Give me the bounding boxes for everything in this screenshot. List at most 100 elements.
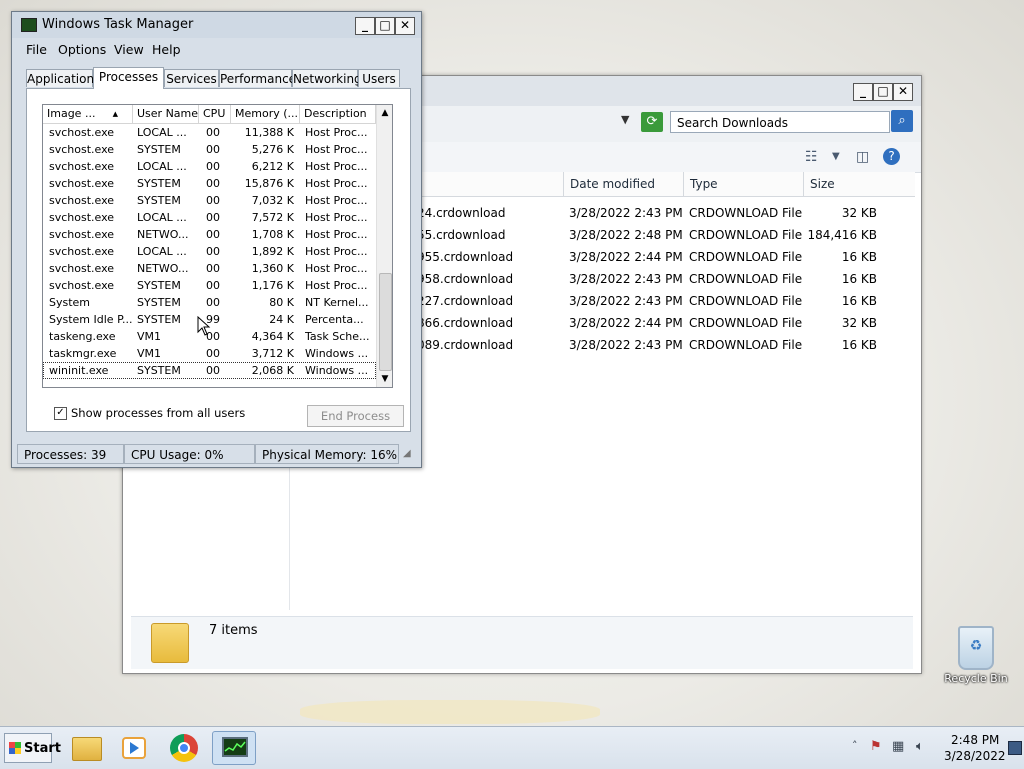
process-memory: 1,708 K (251, 228, 294, 241)
process-row[interactable]: svchost.exe SYSTEM 00 7,032 K Host Proc... (43, 192, 376, 209)
file-type: CRDOWNLOAD File (689, 294, 803, 308)
item-count: 7 items (209, 623, 258, 638)
chevron-down-icon[interactable]: ▼ (832, 151, 840, 162)
scroll-down-icon[interactable]: ▼ (377, 371, 392, 387)
tab-services[interactable]: Services (164, 69, 219, 87)
process-cpu: 00 (206, 262, 220, 275)
help-icon[interactable]: ? (883, 148, 900, 165)
clock-time[interactable]: 2:48 PM (951, 733, 999, 747)
column-type[interactable]: Type (683, 172, 803, 196)
maximize-button[interactable]: □ (873, 83, 893, 101)
process-user-name: SYSTEM (137, 143, 181, 156)
end-process-button[interactable]: End Process (307, 405, 404, 427)
column-description[interactable]: Description (300, 105, 376, 123)
process-description: Host Proc... (305, 245, 368, 258)
process-row[interactable]: svchost.exe NETWO... 00 1,360 K Host Proc... (43, 260, 376, 277)
process-row[interactable]: svchost.exe LOCAL ... 00 11,388 K Host Proc.… (43, 124, 376, 141)
minimize-button[interactable]: _ (853, 83, 873, 101)
process-row[interactable]: svchost.exe SYSTEM 00 5,276 K Host Proc... (43, 141, 376, 158)
recycle-bin-shortcut[interactable]: Recycle Bin (944, 622, 1008, 694)
file-date-modified: 3/28/2022 2:44 PM (569, 250, 683, 264)
recycle-bin-label: Recycle Bin (944, 672, 1008, 685)
file-date-modified: 3/28/2022 2:43 PM (569, 294, 683, 308)
tab-networking[interactable]: Networking (292, 69, 362, 87)
process-row[interactable]: svchost.exe LOCAL ... 00 1,892 K Host Proc..… (43, 243, 376, 260)
tab-users[interactable]: Users (358, 69, 400, 87)
process-row[interactable]: wininit.exe SYSTEM 00 2,068 K Windows ... (43, 362, 376, 379)
menu-file[interactable]: File (26, 42, 47, 57)
show-all-users-checkbox[interactable]: ✓ (54, 407, 67, 420)
status-physical-memory: Physical Memory: 16% (255, 444, 399, 464)
file-date-modified: 3/28/2022 2:48 PM (569, 228, 683, 242)
process-user-name: LOCAL ... (137, 211, 187, 224)
process-user-name: SYSTEM (137, 364, 181, 377)
process-list-header: Image ... ▲ User Name CPU Memory (... De… (43, 105, 376, 124)
taskbar-task-manager[interactable] (212, 731, 256, 765)
taskbar-media-player[interactable] (112, 731, 156, 765)
scrollbar-thumb[interactable] (379, 273, 392, 371)
show-all-users-label[interactable]: Show processes from all users (71, 406, 245, 420)
clock-date[interactable]: 3/28/2022 (944, 749, 1006, 763)
task-manager-icon (222, 737, 248, 757)
process-row[interactable]: svchost.exe SYSTEM 00 15,876 K Host Proc... (43, 175, 376, 192)
process-description: Host Proc... (305, 211, 368, 224)
process-row[interactable]: System SYSTEM 00 80 K NT Kernel... (43, 294, 376, 311)
process-user-name: SYSTEM (137, 313, 181, 326)
task-manager-titlebar[interactable]: Windows Task Manager _ □ ✕ (12, 12, 421, 38)
close-button[interactable]: ✕ (893, 83, 913, 101)
view-options-icon[interactable]: ☷ (805, 149, 818, 165)
menu-view[interactable]: View (114, 42, 144, 57)
search-icon[interactable]: ⌕ (891, 110, 913, 132)
file-date-modified: 3/28/2022 2:44 PM (569, 316, 683, 330)
refresh-icon[interactable]: ⟳ (641, 112, 663, 132)
column-user-name[interactable]: User Name (133, 105, 199, 123)
taskbar: Start ˄ ⚑ ▦ 🔈︎ 2:48 PM 3/28/2022 (0, 726, 1024, 769)
column-cpu[interactable]: CPU (199, 105, 231, 123)
process-image-name: svchost.exe (49, 262, 115, 275)
menu-help[interactable]: Help (152, 42, 181, 57)
process-user-name: VM1 (137, 330, 162, 343)
process-row[interactable]: svchost.exe NETWO... 00 1,708 K Host Proc... (43, 226, 376, 243)
vertical-scrollbar[interactable]: ▲ ▼ (376, 105, 392, 387)
process-image-name: svchost.exe (49, 160, 115, 173)
close-button[interactable]: ✕ (395, 17, 415, 35)
details-pane: 7 items (131, 616, 913, 669)
tab-applications[interactable]: Applications (26, 69, 100, 87)
action-center-icon[interactable]: ⚑ (870, 739, 882, 754)
process-user-name: LOCAL ... (137, 160, 187, 173)
maximize-button[interactable]: □ (375, 17, 395, 35)
menu-options[interactable]: Options (58, 42, 106, 57)
tab-performance[interactable]: Performance (219, 69, 296, 87)
process-description: Host Proc... (305, 143, 368, 156)
process-memory: 7,032 K (251, 194, 294, 207)
minimize-button[interactable]: _ (355, 17, 375, 35)
column-date-modified[interactable]: Date modified (563, 172, 683, 196)
process-description: Host Proc... (305, 126, 368, 139)
menu-bar: File Options View Help (12, 40, 421, 60)
resize-grip-icon[interactable]: ◢ (403, 448, 411, 459)
process-user-name: SYSTEM (137, 279, 181, 292)
process-row[interactable]: svchost.exe LOCAL ... 00 7,572 K Host Proc..… (43, 209, 376, 226)
taskbar-chrome[interactable] (163, 731, 207, 765)
chevron-down-icon[interactable]: ▼ (621, 113, 629, 126)
process-row[interactable]: svchost.exe SYSTEM 00 1,176 K Host Proc... (43, 277, 376, 294)
show-desktop-button[interactable] (1008, 741, 1022, 755)
tab-strip: Applications Processes Services Performa… (26, 67, 411, 89)
volume-icon[interactable]: 🔈︎ (916, 739, 924, 754)
process-row[interactable]: svchost.exe LOCAL ... 00 6,212 K Host Proc..… (43, 158, 376, 175)
process-list[interactable]: Image ... ▲ User Name CPU Memory (... De… (42, 104, 393, 388)
start-button[interactable]: Start (4, 733, 61, 763)
column-size[interactable]: Size (803, 172, 883, 196)
show-hidden-icons-icon[interactable]: ˄ (852, 739, 858, 752)
windows-logo-icon (9, 742, 21, 754)
search-input[interactable]: Search Downloads (670, 111, 890, 133)
network-icon[interactable]: ▦ (892, 739, 904, 754)
preview-pane-icon[interactable]: ◫ (856, 149, 869, 165)
column-image-name[interactable]: Image ... ▲ (43, 105, 133, 123)
process-image-name: svchost.exe (49, 143, 115, 156)
process-row[interactable]: taskmgr.exe VM1 00 3,712 K Windows ... (43, 345, 376, 362)
taskbar-explorer[interactable] (64, 731, 108, 765)
column-memory[interactable]: Memory (... (231, 105, 300, 123)
tab-processes[interactable]: Processes (93, 67, 164, 89)
scroll-up-icon[interactable]: ▲ (377, 105, 392, 121)
